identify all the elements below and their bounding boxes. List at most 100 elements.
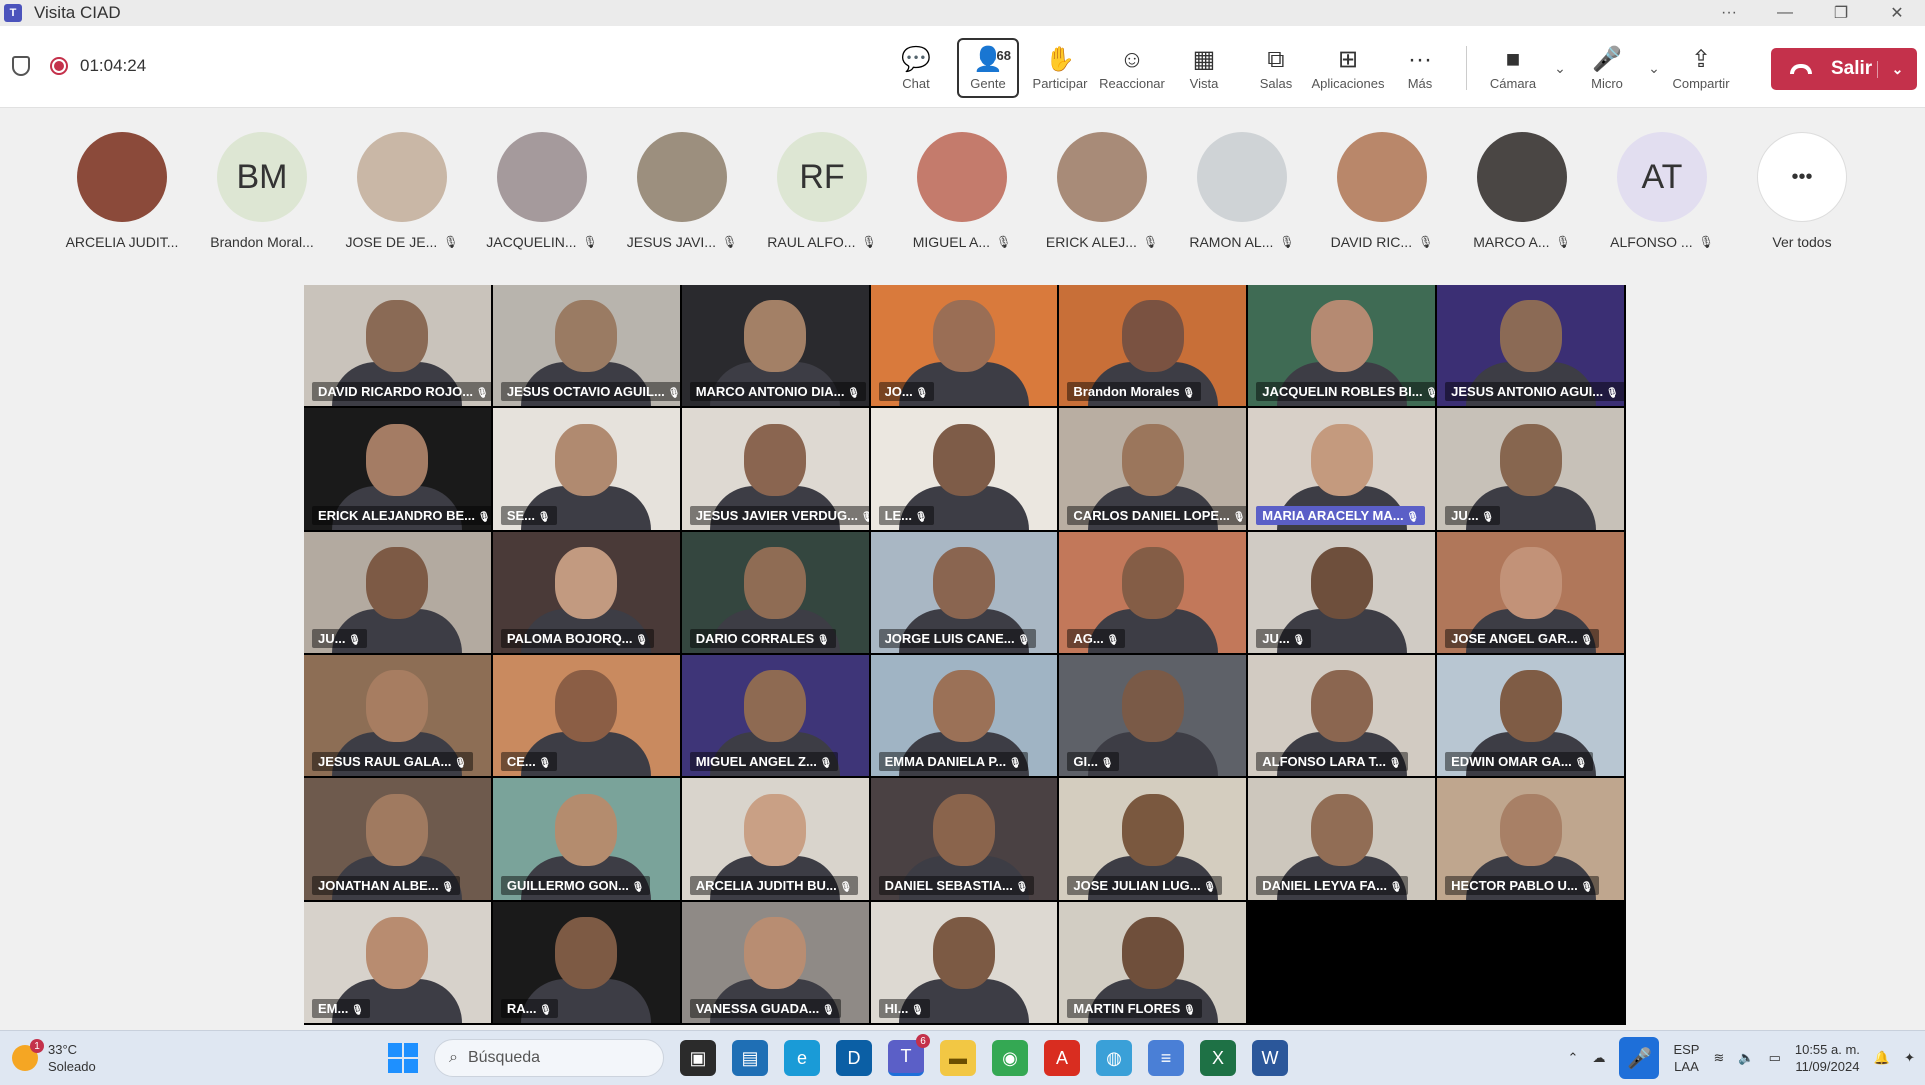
- windows-start-icon[interactable]: [388, 1043, 418, 1073]
- video-tile[interactable]: DARIO CORRALES 🎙: [681, 531, 869, 653]
- video-tile[interactable]: JU... 🎙: [1248, 531, 1436, 653]
- rooms-button[interactable]: ⧉ Salas: [1240, 38, 1312, 98]
- leave-options-chevron-icon[interactable]: ⌄: [1877, 60, 1917, 78]
- participant-item[interactable]: ARCELIA JUDIT...: [52, 132, 192, 250]
- word-icon[interactable]: W: [1252, 1040, 1288, 1076]
- participant-item[interactable]: AT ALFONSO ... 🎙: [1592, 132, 1732, 250]
- chrome-icon[interactable]: ◉: [992, 1040, 1028, 1076]
- copilot-icon[interactable]: ✦: [1904, 1050, 1915, 1066]
- video-tile[interactable]: GI... 🎙: [1059, 655, 1247, 777]
- video-tile[interactable]: CE... 🎙: [492, 655, 680, 777]
- taskbar-search[interactable]: ⌕ Búsqueda: [434, 1039, 664, 1077]
- participant-item[interactable]: DAVID RIC... 🎙: [1312, 132, 1452, 250]
- close-window-button[interactable]: ✕: [1869, 0, 1925, 26]
- shield-icon[interactable]: [12, 56, 30, 76]
- excel-icon[interactable]: X: [1200, 1040, 1236, 1076]
- participant-item[interactable]: JACQUELIN... 🎙: [472, 132, 612, 250]
- video-tile[interactable]: SE... 🎙: [492, 408, 680, 530]
- video-tile[interactable]: HECTOR PABLO U... 🎙: [1437, 778, 1624, 900]
- video-tile[interactable]: VANESSA GUADA... 🎙: [681, 901, 869, 1023]
- video-tile[interactable]: DANIEL SEBASTIA... 🎙: [870, 778, 1058, 900]
- video-tile[interactable]: JOSE ANGEL GAR... 🎙: [1437, 531, 1624, 653]
- video-tile[interactable]: JONATHAN ALBE... 🎙: [304, 778, 491, 900]
- participant-item[interactable]: JESUS JAVI... 🎙: [612, 132, 752, 250]
- notepad-icon[interactable]: ≡: [1148, 1040, 1184, 1076]
- participant-item[interactable]: MARCO A... 🎙: [1452, 132, 1592, 250]
- minimize-button[interactable]: —: [1757, 0, 1813, 26]
- video-tile[interactable]: PALOMA BOJORQ... 🎙: [492, 531, 680, 653]
- react-button[interactable]: ☺ Reaccionar: [1096, 38, 1168, 98]
- leave-button[interactable]: Salir ⌄: [1771, 48, 1917, 90]
- avatar: [1337, 132, 1427, 222]
- camera-options-chevron-icon[interactable]: ⌄: [1549, 60, 1571, 77]
- video-tile[interactable]: DANIEL LEYVA FA... 🎙: [1248, 778, 1436, 900]
- store-icon[interactable]: ▤: [732, 1040, 768, 1076]
- participant-item[interactable]: ERICK ALEJ... 🎙: [1032, 132, 1172, 250]
- video-tile[interactable]: MARCO ANTONIO DIA... 🎙: [681, 285, 869, 407]
- video-tile[interactable]: JESUS ANTONIO AGUI... 🎙: [1437, 285, 1624, 407]
- video-tile[interactable]: EMMA DANIELA P... 🎙: [870, 655, 1058, 777]
- raise-hand-button[interactable]: ✋ Participar: [1024, 38, 1096, 98]
- video-tile[interactable]: CARLOS DANIEL LOPE... 🎙: [1059, 408, 1247, 530]
- video-tile[interactable]: ERICK ALEJANDRO BE... 🎙: [304, 408, 491, 530]
- video-tile[interactable]: DAVID RICARDO ROJO... 🎙: [304, 285, 491, 407]
- video-tile[interactable]: JU... 🎙: [304, 531, 491, 653]
- participant-item[interactable]: MIGUEL A... 🎙: [892, 132, 1032, 250]
- wifi-icon[interactable]: ≋: [1713, 1050, 1724, 1066]
- tray-overflow-chevron-icon[interactable]: ⌃: [1568, 1050, 1579, 1066]
- cloud-icon[interactable]: ☁: [1592, 1050, 1605, 1066]
- file-explorer-icon[interactable]: ▬: [940, 1040, 976, 1076]
- notification-bell-icon[interactable]: 🔔: [1874, 1050, 1890, 1066]
- network-app-icon[interactable]: ◍: [1096, 1040, 1132, 1076]
- video-tile[interactable]: JOSE JULIAN LUG... 🎙: [1059, 778, 1247, 900]
- video-tile[interactable]: MARIA ARACELY MA... 🎙: [1248, 408, 1436, 530]
- participant-item[interactable]: BM Brandon Moral...: [192, 132, 332, 250]
- video-tile[interactable]: JO... 🎙: [870, 285, 1058, 407]
- video-tile[interactable]: Brandon Morales 🎙: [1059, 285, 1247, 407]
- video-tile[interactable]: JESUS RAUL GALA... 🎙: [304, 655, 491, 777]
- task-view-icon[interactable]: ▣: [680, 1040, 716, 1076]
- video-tile[interactable]: JACQUELIN ROBLES BI... 🎙: [1248, 285, 1436, 407]
- video-tile[interactable]: JESUS JAVIER VERDUG... 🎙: [681, 408, 869, 530]
- view-button[interactable]: ▦ Vista: [1168, 38, 1240, 98]
- video-tile[interactable]: JESUS OCTAVIO AGUIL... 🎙: [492, 285, 680, 407]
- dell-icon[interactable]: D: [836, 1040, 872, 1076]
- video-tile[interactable]: MARTIN FLORES 🎙: [1059, 901, 1247, 1023]
- mic-button[interactable]: 🎤 Micro: [1571, 38, 1643, 98]
- participant-item[interactable]: RF RAUL ALFO... 🎙: [752, 132, 892, 250]
- weather-widget[interactable]: 1 33°C Soleado: [12, 1039, 96, 1075]
- restore-button[interactable]: ❐: [1813, 0, 1869, 26]
- video-tile[interactable]: MIGUEL ANGEL Z... 🎙: [681, 655, 869, 777]
- video-tile[interactable]: ALFONSO LARA T... 🎙: [1248, 655, 1436, 777]
- video-tile[interactable]: AG... 🎙: [1059, 531, 1247, 653]
- video-tile[interactable]: LE... 🎙: [870, 408, 1058, 530]
- more-options-icon[interactable]: ···: [1701, 0, 1757, 26]
- chat-button[interactable]: 💬 Chat: [880, 38, 952, 98]
- video-tile[interactable]: ARCELIA JUDITH BU... 🎙: [681, 778, 869, 900]
- video-tile[interactable]: HI... 🎙: [870, 901, 1058, 1023]
- clock[interactable]: 10:55 a. m. 11/09/2024: [1795, 1041, 1860, 1075]
- video-tile[interactable]: RA... 🎙: [492, 901, 680, 1023]
- participant-item[interactable]: JOSE DE JE... 🎙: [332, 132, 472, 250]
- mic-options-chevron-icon[interactable]: ⌄: [1643, 60, 1665, 77]
- battery-icon[interactable]: ▭: [1769, 1050, 1781, 1066]
- see-all-participants[interactable]: ••• Ver todos: [1732, 132, 1872, 250]
- camera-button[interactable]: ■ Cámara: [1477, 38, 1549, 98]
- acrobat-icon[interactable]: A: [1044, 1040, 1080, 1076]
- edge-icon[interactable]: e: [784, 1040, 820, 1076]
- video-tile[interactable]: JORGE LUIS CANE... 🎙: [870, 531, 1058, 653]
- people-button[interactable]: 👤 68 Gente: [957, 38, 1019, 98]
- share-button[interactable]: ⇪ Compartir: [1665, 38, 1737, 98]
- language-indicator[interactable]: ESP LAA: [1673, 1041, 1699, 1075]
- more-button[interactable]: ··· Más: [1384, 38, 1456, 98]
- raise-label: Participar: [1032, 75, 1088, 91]
- apps-button[interactable]: ⊞ Aplicaciones: [1312, 38, 1385, 98]
- video-tile[interactable]: EDWIN OMAR GA... 🎙: [1437, 655, 1624, 777]
- participant-item[interactable]: RAMON AL... 🎙: [1172, 132, 1312, 250]
- video-tile[interactable]: JU... 🎙: [1437, 408, 1624, 530]
- video-tile[interactable]: GUILLERMO GON... 🎙: [492, 778, 680, 900]
- volume-icon[interactable]: 🔈: [1738, 1050, 1754, 1066]
- teams-taskbar-icon[interactable]: T 6: [888, 1034, 930, 1076]
- video-tile[interactable]: EM... 🎙: [304, 901, 491, 1023]
- active-microphone-icon[interactable]: 🎤: [1619, 1037, 1660, 1079]
